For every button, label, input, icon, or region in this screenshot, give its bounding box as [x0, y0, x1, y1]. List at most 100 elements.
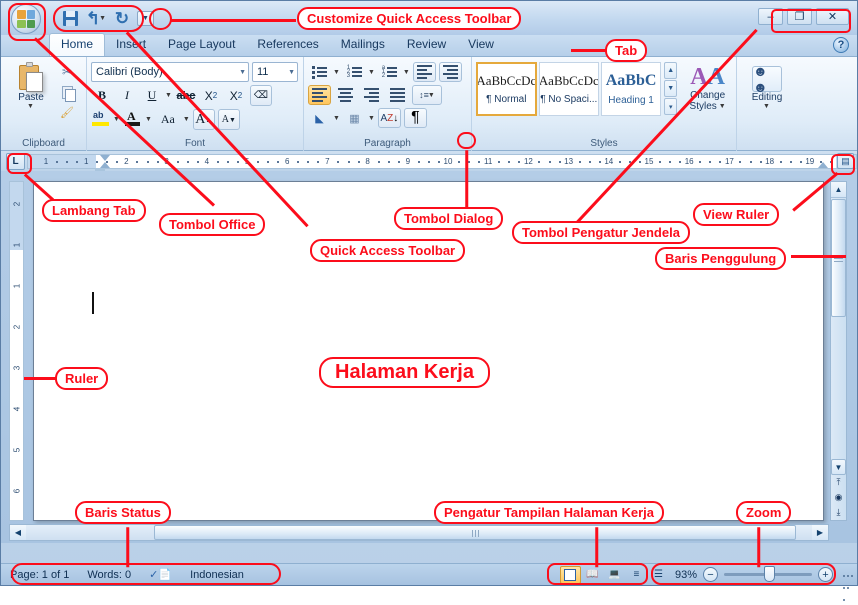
- numbering-button[interactable]: 123: [343, 62, 366, 82]
- chevron-down-icon[interactable]: ▼: [403, 69, 410, 76]
- close-button[interactable]: ✕: [816, 8, 849, 25]
- minimize-button[interactable]: –: [758, 8, 783, 25]
- underline-button[interactable]: U: [141, 85, 163, 106]
- outline-icon: ≡: [633, 569, 640, 580]
- chevron-down-icon[interactable]: ▼: [165, 92, 172, 99]
- style-normal[interactable]: AaBbCcDc ¶ Normal: [476, 62, 537, 116]
- styles-scroll-down-button[interactable]: ▼: [664, 80, 678, 97]
- clear-formatting-button[interactable]: ⌫: [249, 85, 272, 106]
- view-ruler-button[interactable]: ▤: [837, 153, 854, 169]
- tab-mailings[interactable]: Mailings: [330, 34, 396, 56]
- undo-button[interactable]: ↰ ▼: [85, 8, 107, 29]
- editing-group-label: [741, 137, 793, 151]
- align-right-button[interactable]: [360, 85, 383, 105]
- horizontal-scroll-track[interactable]: [26, 525, 812, 540]
- scroll-right-button[interactable]: ▶: [812, 525, 828, 540]
- tab-home[interactable]: Home: [49, 33, 106, 56]
- italic-button[interactable]: I: [116, 85, 138, 106]
- align-center-button[interactable]: [334, 85, 357, 105]
- superscript-button[interactable]: X2: [225, 85, 247, 106]
- redo-button[interactable]: ↻: [111, 8, 133, 29]
- text-highlight-button[interactable]: ab: [91, 109, 111, 128]
- subscript-button[interactable]: X2: [200, 85, 222, 106]
- status-page-number[interactable]: Page: 1 of 1: [1, 569, 78, 581]
- maximize-button[interactable]: ❐: [787, 8, 812, 25]
- bullets-button[interactable]: [308, 62, 331, 82]
- previous-page-button[interactable]: ⤒: [831, 475, 846, 490]
- save-button[interactable]: [59, 8, 81, 29]
- show-formatting-marks-button[interactable]: ¶: [403, 108, 427, 128]
- ruler-dot: [699, 160, 702, 163]
- copy-button[interactable]: [58, 83, 76, 102]
- view-full-screen-reading-button[interactable]: 📖: [582, 566, 603, 584]
- status-word-count[interactable]: Words: 0: [78, 569, 140, 581]
- scroll-up-button[interactable]: ▲: [831, 182, 846, 198]
- chevron-down-icon[interactable]: ▼: [145, 116, 152, 123]
- horizontal-scrollbar[interactable]: ◀ ▶: [9, 524, 829, 541]
- vertical-scrollbar[interactable]: ▲ ▼ ⤒ ◉ ⤓: [830, 181, 847, 521]
- zoom-slider-thumb[interactable]: [764, 566, 775, 582]
- chevron-down-icon[interactable]: ▼: [368, 115, 375, 122]
- ruler-dot: [538, 160, 541, 163]
- shading-button[interactable]: ◣: [308, 108, 331, 128]
- styles-more-button[interactable]: ▾: [664, 98, 678, 115]
- shrink-font-button[interactable]: A ▼: [217, 109, 240, 130]
- tab-page-layout[interactable]: Page Layout: [157, 34, 246, 56]
- view-outline-button[interactable]: ≡: [626, 566, 647, 584]
- view-web-layout-button[interactable]: 💻: [604, 566, 625, 584]
- borders-button[interactable]: ▦: [343, 108, 366, 128]
- vertical-ruler[interactable]: 2 1 1 2 3 4 5 6: [9, 181, 24, 521]
- tab-stop-selector-button[interactable]: L: [6, 152, 25, 170]
- next-page-button[interactable]: ⤓: [831, 505, 846, 520]
- ribbon-tab-strip: Home Insert Page Layout References Maili…: [1, 33, 857, 57]
- vertical-scroll-thumb[interactable]: [831, 199, 846, 317]
- view-print-layout-button[interactable]: [559, 565, 581, 584]
- chevron-down-icon[interactable]: ▼: [368, 69, 375, 76]
- increase-indent-button[interactable]: [438, 62, 462, 82]
- decrease-indent-button[interactable]: [412, 62, 436, 82]
- format-painter-button[interactable]: [58, 103, 76, 121]
- chevron-down-icon: ▼: [142, 14, 149, 22]
- tab-view[interactable]: View: [457, 34, 505, 56]
- chevron-down-icon[interactable]: ▼: [333, 115, 340, 122]
- zoom-out-button[interactable]: −: [703, 567, 718, 582]
- horizontal-scroll-thumb[interactable]: [154, 525, 796, 540]
- scroll-down-button[interactable]: ▼: [831, 459, 846, 475]
- font-size-combobox[interactable]: 11 ▼: [252, 62, 298, 82]
- chevron-down-icon[interactable]: ▼: [333, 69, 340, 76]
- style-heading-1[interactable]: AaBbC Heading 1: [600, 62, 662, 116]
- horizontal-ruler-strip[interactable]: 112345678910111213141516171819: [27, 153, 857, 171]
- ruler-dot: [377, 160, 380, 163]
- scroll-left-button[interactable]: ◀: [10, 525, 26, 540]
- office-button[interactable]: [11, 4, 41, 34]
- view-draft-button[interactable]: ☰: [648, 566, 669, 584]
- text-cursor: [92, 292, 94, 314]
- document-page[interactable]: [33, 181, 824, 521]
- align-left-icon: [312, 86, 327, 104]
- change-styles-button[interactable]: AA Change Styles ▼: [683, 62, 732, 112]
- styles-scroll-up-button[interactable]: ▲: [664, 62, 678, 79]
- select-browse-object-button[interactable]: ◉: [831, 490, 846, 505]
- style-no-spacing[interactable]: AaBbCcDc ¶ No Spaci...: [538, 62, 599, 116]
- status-language[interactable]: Indonesian: [181, 569, 253, 581]
- first-line-indent-marker[interactable]: [100, 154, 110, 161]
- line-spacing-button[interactable]: ↕≡ ▼: [412, 85, 442, 105]
- change-case-button[interactable]: Aa: [155, 109, 181, 130]
- zoom-in-button[interactable]: +: [818, 567, 833, 582]
- tab-review[interactable]: Review: [396, 34, 457, 56]
- tab-references[interactable]: References: [246, 34, 329, 56]
- justify-button[interactable]: [386, 85, 409, 105]
- resize-grip-icon[interactable]: [842, 569, 854, 601]
- sort-button[interactable]: AZ↓: [377, 108, 401, 128]
- chevron-down-icon[interactable]: ▼: [183, 116, 190, 123]
- help-icon[interactable]: ?: [833, 37, 849, 53]
- zoom-level-label[interactable]: 93%: [675, 569, 697, 581]
- editing-button[interactable]: ☻☻ Editing ▼: [741, 63, 793, 110]
- paste-button[interactable]: Paste ▼: [5, 60, 57, 110]
- multilevel-list-button[interactable]: a12: [378, 62, 401, 82]
- align-left-button[interactable]: [308, 85, 331, 105]
- zoom-slider-track[interactable]: [724, 566, 812, 582]
- customize-quick-access-toolbar-button[interactable]: ▼: [137, 10, 154, 26]
- proofing-status-icon[interactable]: ✓📄: [140, 568, 181, 581]
- ruler-dot: [679, 160, 682, 163]
